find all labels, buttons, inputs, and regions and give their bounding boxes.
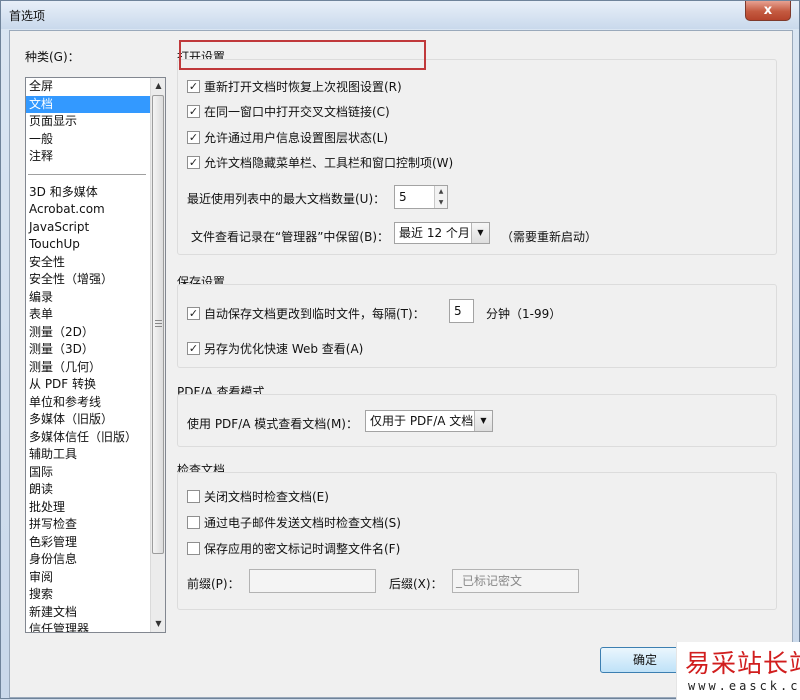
option-label: 通过电子邮件发送文档时检查文档(S) — [204, 516, 401, 530]
option-fast-web-view[interactable]: ✓ 另存为优化快速 Web 查看(A) — [187, 340, 363, 357]
list-separator — [28, 173, 146, 175]
max-recent-label: 最近使用列表中的最大文档数量(U)： — [187, 192, 386, 206]
category-item[interactable]: 朗读 — [26, 481, 152, 499]
pdfa-mode-value: 仅用于 PDF/A 文档 — [370, 414, 474, 428]
history-label: 文件查看记录在“管理器”中保留(B)： — [191, 230, 390, 244]
category-item[interactable]: 全屏 — [26, 78, 152, 96]
category-item[interactable]: 测量（3D） — [26, 341, 152, 359]
autosave-interval-input[interactable]: 5 — [449, 299, 474, 323]
scroll-up-icon[interactable]: ▲ — [151, 78, 165, 94]
dropdown-arrow-icon[interactable]: ▼ — [474, 411, 492, 431]
option-layer-state[interactable]: ✓ 允许通过用户信息设置图层状态(L) — [187, 129, 388, 146]
option-label: 在同一窗口中打开交叉文档链接(C) — [204, 105, 390, 119]
category-item[interactable]: TouchUp — [26, 236, 152, 254]
history-value: 最近 12 个月 — [399, 226, 470, 240]
history-select[interactable]: 最近 12 个月 ▼ — [394, 222, 490, 244]
category-label: 种类(G)： — [25, 50, 80, 64]
option-adjust-filename[interactable]: 保存应用的密文标记时调整文件名(F) — [187, 540, 400, 557]
option-label: 允许通过用户信息设置图层状态(L) — [204, 131, 389, 145]
category-item[interactable]: 色彩管理 — [26, 534, 152, 552]
max-recent-value: 5 — [399, 190, 407, 204]
category-item[interactable]: 一般 — [26, 131, 152, 149]
pdfa-mode-select[interactable]: 仅用于 PDF/A 文档 ▼ — [365, 410, 493, 432]
checkbox[interactable] — [187, 490, 200, 503]
suffix-input[interactable]: _已标记密文 — [452, 569, 579, 593]
option-check-on-email[interactable]: 通过电子邮件发送文档时检查文档(S) — [187, 514, 401, 531]
category-scrollbar[interactable]: ▲ ▼ — [150, 78, 165, 632]
spin-down-icon[interactable]: ▼ — [435, 197, 447, 208]
preferences-dialog: 首选项 x 种类(G)： 全屏 文档 页面显示 一般 注释 3D 和多媒体 Acrobat.… — [0, 0, 800, 700]
prefix-input[interactable] — [249, 569, 376, 593]
checkbox[interactable] — [187, 516, 200, 529]
option-label: 重新打开文档时恢复上次视图设置(R) — [204, 80, 402, 94]
category-item[interactable]: 多媒体信任（旧版） — [26, 429, 152, 447]
option-same-window-links[interactable]: ✓ 在同一窗口中打开交叉文档链接(C) — [187, 103, 390, 120]
option-label: 保存应用的密文标记时调整文件名(F) — [204, 542, 401, 556]
category-item[interactable]: Acrobat.com — [26, 201, 152, 219]
category-listbox[interactable]: 全屏 文档 页面显示 一般 注释 3D 和多媒体 Acrobat.com JavaScript… — [25, 77, 166, 633]
category-item[interactable]: 国际 — [26, 464, 152, 482]
category-item[interactable]: 单位和参考线 — [26, 394, 152, 412]
category-item[interactable]: 测量（2D） — [26, 324, 152, 342]
option-label: 自动保存文档更改到临时文件，每隔(T)： — [204, 307, 425, 321]
spin-up-icon[interactable]: ▲ — [435, 186, 447, 197]
category-item[interactable]: 文档 — [26, 95, 152, 113]
category-list: 全屏 文档 页面显示 一般 注释 3D 和多媒体 Acrobat.com JavaScript… — [26, 78, 152, 632]
scroll-thumb[interactable] — [152, 95, 164, 554]
max-recent-input[interactable]: 5 ▲ ▼ — [394, 185, 448, 209]
window-title: 首选项 — [9, 9, 46, 23]
watermark-url: www.easck.com — [688, 679, 800, 693]
category-item[interactable]: 批处理 — [26, 499, 152, 517]
category-item[interactable]: 身份信息 — [26, 551, 152, 569]
category-item[interactable]: 多媒体（旧版） — [26, 411, 152, 429]
watermark-logo: 易采站长站 www.easck.com — [676, 642, 800, 700]
grip-icon — [155, 320, 162, 321]
option-check-on-close[interactable]: 关闭文档时检查文档(E) — [187, 488, 329, 505]
category-item[interactable]: 编录 — [26, 289, 152, 307]
autosave-interval-value: 5 — [454, 304, 462, 318]
category-item[interactable]: 拼写检查 — [26, 516, 152, 534]
watermark-title: 易采站长站 — [685, 649, 800, 678]
close-button[interactable]: x — [745, 1, 791, 21]
highlight-box — [179, 40, 426, 70]
option-label: 允许文档隐藏菜单栏、工具栏和窗口控制项(W) — [204, 156, 454, 170]
category-item[interactable]: 安全性（增强） — [26, 271, 152, 289]
spin-buttons[interactable]: ▲ ▼ — [434, 186, 447, 208]
category-item[interactable]: 新建文档 — [26, 604, 152, 622]
option-label: 关闭文档时检查文档(E) — [204, 490, 329, 504]
history-note: （需要重新启动） — [501, 230, 598, 244]
category-item[interactable]: 注释 — [26, 148, 152, 166]
option-hide-menubar[interactable]: ✓ 允许文档隐藏菜单栏、工具栏和窗口控制项(W) — [187, 154, 453, 171]
scroll-down-icon[interactable]: ▼ — [151, 616, 165, 632]
category-item[interactable]: 搜索 — [26, 586, 152, 604]
category-item[interactable]: 安全性 — [26, 254, 152, 272]
checkbox[interactable]: ✓ — [187, 131, 200, 144]
category-item[interactable]: 审阅 — [26, 569, 152, 587]
category-item[interactable]: 从 PDF 转换 — [26, 376, 152, 394]
category-item[interactable]: 表单 — [26, 306, 152, 324]
checkbox[interactable] — [187, 542, 200, 555]
checkbox[interactable]: ✓ — [187, 156, 200, 169]
category-item[interactable]: 测量（几何） — [26, 359, 152, 377]
pdfa-mode-label: 使用 PDF/A 模式查看文档(M)： — [187, 417, 358, 431]
category-item[interactable]: 辅助工具 — [26, 446, 152, 464]
option-autosave[interactable]: ✓ 自动保存文档更改到临时文件，每隔(T)： — [187, 305, 425, 322]
autosave-unit: 分钟（1-99） — [486, 307, 562, 321]
suffix-label: 后缀(X)： — [389, 577, 443, 591]
prefix-label: 前缀(P)： — [187, 577, 240, 591]
checkbox[interactable]: ✓ — [187, 307, 200, 320]
category-item[interactable]: 页面显示 — [26, 113, 152, 131]
category-item[interactable]: JavaScript — [26, 219, 152, 237]
option-restore-view[interactable]: ✓ 重新打开文档时恢复上次视图设置(R) — [187, 78, 402, 95]
dropdown-arrow-icon[interactable]: ▼ — [471, 223, 489, 243]
checkbox[interactable]: ✓ — [187, 105, 200, 118]
checkbox[interactable]: ✓ — [187, 80, 200, 93]
category-item[interactable]: 信任管理器 — [26, 621, 152, 632]
option-label: 另存为优化快速 Web 查看(A) — [204, 342, 364, 356]
category-item[interactable]: 3D 和多媒体 — [26, 184, 152, 202]
title-bar[interactable]: 首选项 x — [1, 1, 799, 29]
checkbox[interactable]: ✓ — [187, 342, 200, 355]
